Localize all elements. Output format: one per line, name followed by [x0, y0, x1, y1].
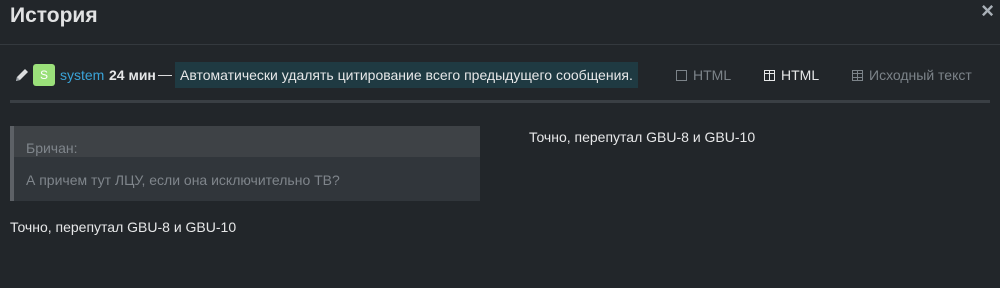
username-link[interactable]: system	[60, 67, 104, 83]
modal-header: История ×	[0, 0, 1000, 45]
mode-raw-text[interactable]: Исходный текст	[852, 67, 972, 83]
quote-author: Бричан:	[26, 140, 78, 156]
quote-block: Бричан: А причем тут ЛЦУ, если она исклю…	[10, 126, 480, 201]
previous-version-pane: Бричан: А причем тут ЛЦУ, если она исклю…	[10, 126, 480, 201]
previous-version-text: Точно, перепутал GBU-8 и GBU-10	[10, 219, 237, 235]
edit-reason: Автоматически удалять цитирование всего …	[175, 62, 638, 88]
mode-label: HTML	[781, 67, 820, 83]
divider	[10, 100, 990, 103]
mode-label: HTML	[693, 67, 732, 83]
current-version-text: Точно, перепутал GBU-8 и GBU-10	[529, 129, 756, 145]
close-icon[interactable]: ×	[981, 0, 994, 22]
pencil-icon	[16, 69, 28, 81]
revision-row: S system 24 мин — Автоматически удалять …	[0, 58, 1000, 92]
table-icon	[852, 70, 863, 81]
history-modal: История × S system 24 мин — Автоматическ…	[0, 0, 1000, 288]
quote-header	[14, 126, 480, 157]
mode-side-by-side-html[interactable]: HTML	[764, 67, 819, 83]
quote-text: А причем тут ЛЦУ, если она исключительно…	[26, 172, 340, 188]
square-icon	[676, 70, 687, 81]
modal-title: История	[10, 4, 98, 27]
mode-label: Исходный текст	[869, 67, 972, 83]
avatar[interactable]: S	[33, 64, 55, 86]
split-view-icon	[764, 70, 775, 81]
dash-separator: —	[158, 66, 172, 82]
revision-age: 24 мин	[109, 67, 156, 83]
mode-inline-html[interactable]: HTML	[676, 67, 731, 83]
